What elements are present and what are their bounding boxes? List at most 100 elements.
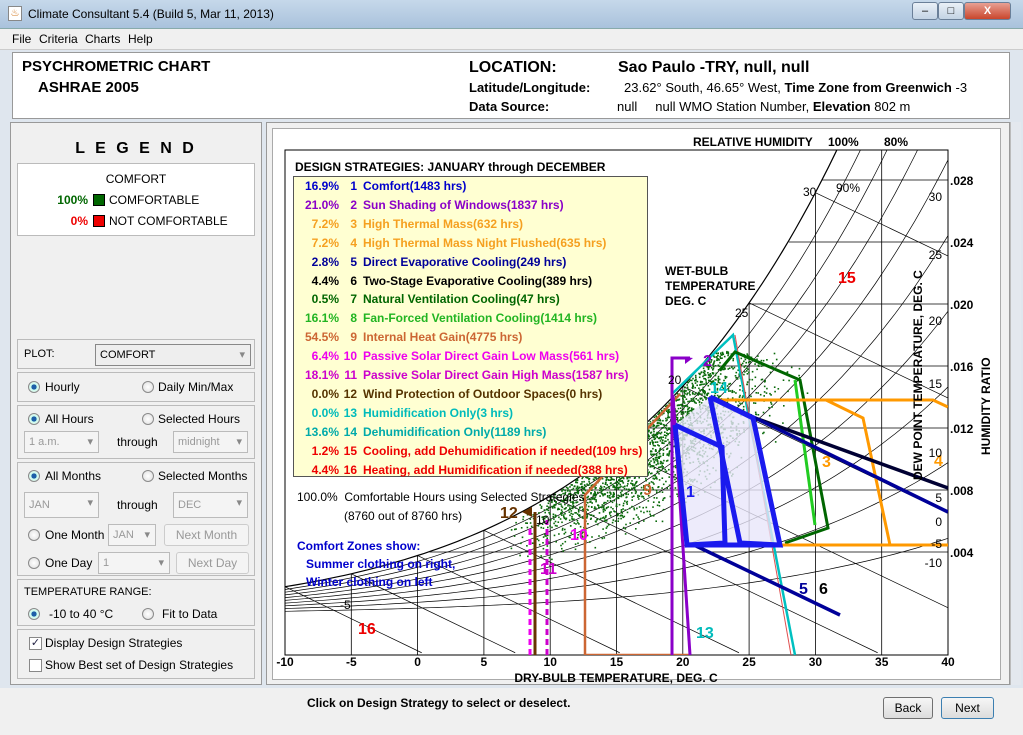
strategy-item-10[interactable]: 6.4% 10 Passive Solar Direct Gain Low Mass…	[294, 349, 649, 368]
data-point	[728, 390, 730, 392]
data-point	[731, 389, 734, 392]
data-point	[561, 521, 563, 524]
data-point	[622, 486, 624, 488]
strategy-item-9[interactable]: 54.5% 9 Internal Heat Gain(4775 hrs)	[294, 330, 649, 349]
strategy-name: Humidification Only(3 hrs)	[363, 405, 514, 420]
x-axis-label: DRY-BULB TEMPERATURE, DEG. C	[514, 671, 718, 685]
data-point	[574, 548, 577, 551]
data-point	[629, 522, 631, 524]
data-point	[704, 378, 707, 380]
data-point	[635, 528, 637, 530]
data-point	[570, 512, 572, 515]
strategy-item-16[interactable]: 4.4% 16 Heating, add Humidification if nee…	[294, 463, 649, 482]
data-point	[680, 413, 683, 415]
data-point	[678, 404, 680, 407]
data-point	[562, 550, 565, 552]
data-point	[698, 400, 701, 403]
data-point	[631, 492, 633, 494]
data-point	[701, 381, 704, 383]
strategy-item-15[interactable]: 1.2% 15 Cooling, add Dehumidification if n…	[294, 444, 649, 463]
data-point	[613, 510, 615, 512]
data-point	[568, 519, 571, 522]
strategy-item-3[interactable]: 7.2% 3 High Thermal Mass(632 hrs)	[294, 217, 649, 236]
data-point	[684, 411, 687, 413]
data-point	[544, 533, 546, 536]
strategy-item-8[interactable]: 16.1% 8 Fan-Forced Ventilation Cooling(141…	[294, 311, 649, 330]
data-point	[768, 406, 770, 409]
data-point	[714, 365, 717, 367]
data-point	[586, 483, 588, 485]
data-point	[753, 402, 755, 404]
data-point	[623, 515, 626, 518]
strategy-item-7[interactable]: 0.5% 7 Natural Ventilation Cooling(47 hrs)	[294, 292, 649, 311]
data-point	[601, 504, 604, 506]
data-point	[540, 507, 543, 509]
data-point	[656, 497, 658, 499]
data-point	[662, 423, 665, 426]
strategy-name: Heating, add Humidification if needed(38…	[363, 462, 628, 477]
zone-label-2: 2	[703, 353, 712, 370]
data-point	[702, 386, 705, 389]
data-point	[693, 399, 695, 402]
data-point	[569, 505, 571, 507]
data-point	[700, 383, 702, 386]
strategy-item-4[interactable]: 7.2% 4 High Thermal Mass Night Flushed(635…	[294, 236, 649, 255]
data-point	[715, 372, 718, 375]
strategy-item-1[interactable]: 16.9% 1 Comfort(1483 hrs)	[294, 179, 649, 198]
data-point	[585, 485, 587, 488]
data-point	[604, 483, 607, 485]
strategy-item-6[interactable]: 4.4% 6 Two-Stage Evaporative Cooling(389 h…	[294, 274, 649, 293]
dewpoint-tick-label: -5	[931, 537, 942, 551]
back-button[interactable]: Back	[883, 697, 933, 719]
data-point	[724, 368, 726, 370]
data-point	[665, 424, 668, 427]
strategy-item-11[interactable]: 18.1% 11 Passive Solar Direct Gain High Ma…	[294, 368, 649, 387]
strategy-item-5[interactable]: 2.8% 5 Direct Evaporative Cooling(249 hrs)	[294, 255, 649, 274]
data-point	[667, 410, 670, 412]
data-point	[703, 396, 706, 399]
data-point	[637, 496, 639, 498]
data-point	[667, 413, 669, 415]
data-point	[757, 355, 759, 357]
strategy-item-13[interactable]: 0.0% 13 Humidification Only(3 hrs)	[294, 406, 649, 425]
dewpoint-tick-label: 30	[929, 190, 943, 204]
data-point	[622, 504, 625, 507]
data-point	[652, 488, 654, 491]
next-button[interactable]: Next	[941, 697, 994, 719]
data-point	[607, 524, 610, 526]
data-point	[713, 362, 715, 365]
data-point	[739, 389, 741, 391]
data-point	[777, 388, 780, 390]
x-tick-label: 40	[941, 655, 955, 669]
vertical-scrollbar[interactable]	[1010, 122, 1021, 685]
data-point	[690, 400, 692, 402]
x-tick-label: 35	[875, 655, 889, 669]
strategy-pct: 7.2%	[311, 216, 339, 231]
data-point	[522, 518, 524, 521]
data-point	[747, 361, 750, 364]
data-point	[602, 511, 605, 513]
strategy-item-2[interactable]: 21.0% 2 Sun Shading of Windows(1837 hrs)	[294, 198, 649, 217]
data-point	[702, 371, 705, 374]
data-point	[694, 386, 696, 389]
strategy-item-12[interactable]: 0.0% 12 Wind Protection of Outdoor Spaces(…	[294, 387, 649, 406]
data-point	[543, 509, 546, 511]
data-point	[596, 519, 598, 521]
data-point	[575, 523, 577, 525]
data-point	[662, 452, 665, 455]
data-point	[707, 372, 709, 374]
total-comfortable: 100.0% Comfortable Hours using Selected …	[297, 490, 585, 504]
zone-label-15: 15	[838, 270, 856, 287]
data-point	[680, 411, 683, 414]
wetbulb-tick-label: 25	[735, 306, 749, 320]
data-point	[622, 526, 625, 529]
data-point	[694, 382, 697, 384]
data-point	[636, 485, 638, 487]
data-point	[770, 401, 772, 404]
strategy-item-14[interactable]: 13.6% 14 Dehumidification Only(1189 hrs)	[294, 425, 649, 444]
data-point	[741, 362, 744, 365]
data-point	[520, 542, 522, 545]
data-point	[638, 522, 640, 524]
data-point	[687, 400, 689, 403]
data-point	[560, 514, 563, 516]
